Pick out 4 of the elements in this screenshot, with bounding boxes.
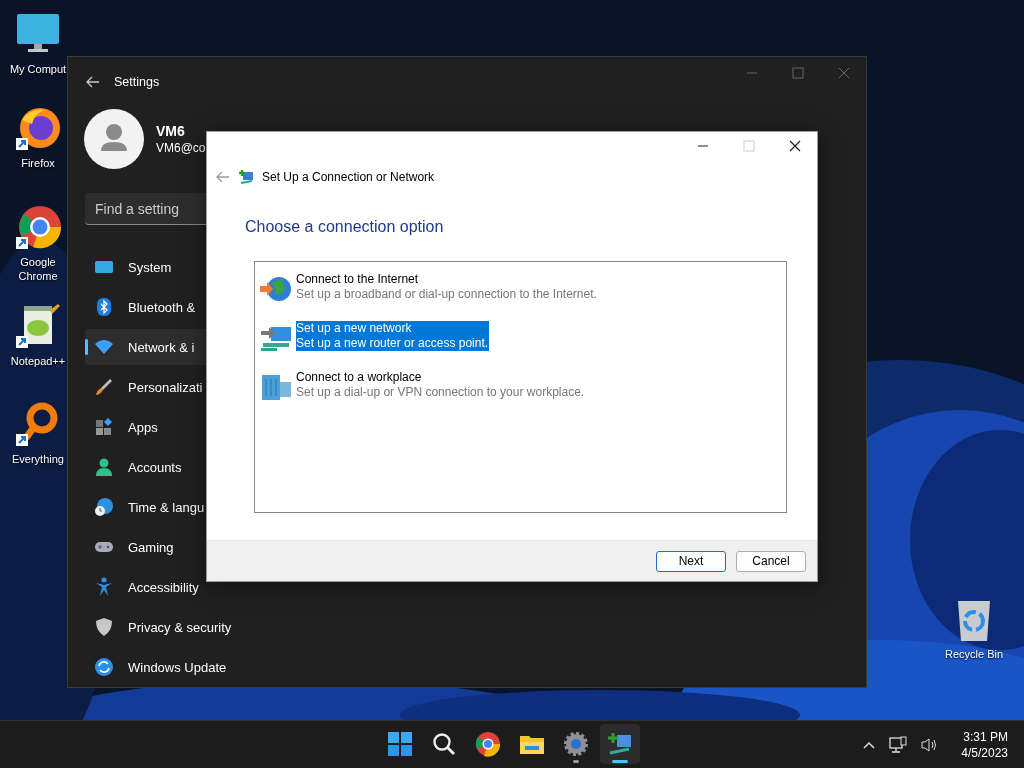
- user-name: VM6: [156, 123, 186, 139]
- user-email: VM6@co: [156, 141, 206, 155]
- dialog-title: Set Up a Connection or Network: [262, 170, 435, 184]
- window-title: Settings: [114, 75, 160, 89]
